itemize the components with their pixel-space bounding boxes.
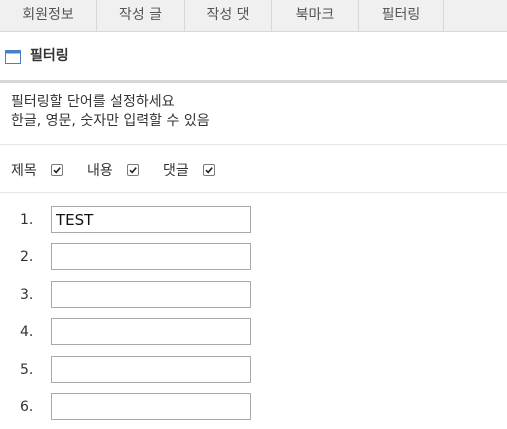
filter-description: 필터링할 단어를 설정하세요 한글, 영문, 숫자만 입력할 수 있음 bbox=[11, 93, 210, 131]
filter-word-input-3[interactable] bbox=[51, 281, 251, 308]
filter-number: 6. bbox=[20, 399, 34, 415]
filter-number: 2. bbox=[20, 249, 34, 265]
filter-number: 1. bbox=[20, 212, 34, 228]
checkbox-title[interactable] bbox=[51, 164, 63, 176]
divider bbox=[0, 144, 507, 145]
page-title: 필터링 bbox=[30, 48, 69, 64]
label-comment: 댓글 bbox=[163, 163, 189, 179]
tab-my-comments[interactable]: 작성 댓 bbox=[185, 0, 272, 31]
tab-bookmarks[interactable]: 북마크 bbox=[272, 0, 359, 31]
description-line-2: 한글, 영문, 숫자만 입력할 수 있음 bbox=[11, 113, 210, 129]
label-title: 제목 bbox=[11, 163, 37, 179]
filter-number: 4. bbox=[20, 324, 34, 340]
filter-word-input-1[interactable] bbox=[51, 206, 251, 233]
description-line-1: 필터링할 단어를 설정하세요 bbox=[11, 94, 175, 110]
tab-member-info[interactable]: 회원정보 bbox=[0, 0, 97, 31]
filter-word-input-5[interactable] bbox=[51, 356, 251, 383]
window-icon bbox=[5, 49, 21, 64]
filter-word-input-4[interactable] bbox=[51, 318, 251, 345]
filter-word-input-6[interactable] bbox=[51, 393, 251, 420]
filter-number: 3. bbox=[20, 287, 34, 303]
checkbox-comment[interactable] bbox=[203, 164, 215, 176]
tab-filtering[interactable]: 필터링 bbox=[359, 0, 444, 31]
filter-number: 5. bbox=[20, 362, 34, 378]
divider bbox=[0, 192, 507, 193]
filter-word-input-2[interactable] bbox=[51, 243, 251, 270]
section-header: 필터링 bbox=[0, 32, 507, 83]
checkbox-content[interactable] bbox=[127, 164, 139, 176]
label-content: 내용 bbox=[87, 163, 113, 179]
tab-bar: 회원정보 작성 글 작성 댓 북마크 필터링 bbox=[0, 0, 507, 32]
tab-my-posts[interactable]: 작성 글 bbox=[97, 0, 185, 31]
